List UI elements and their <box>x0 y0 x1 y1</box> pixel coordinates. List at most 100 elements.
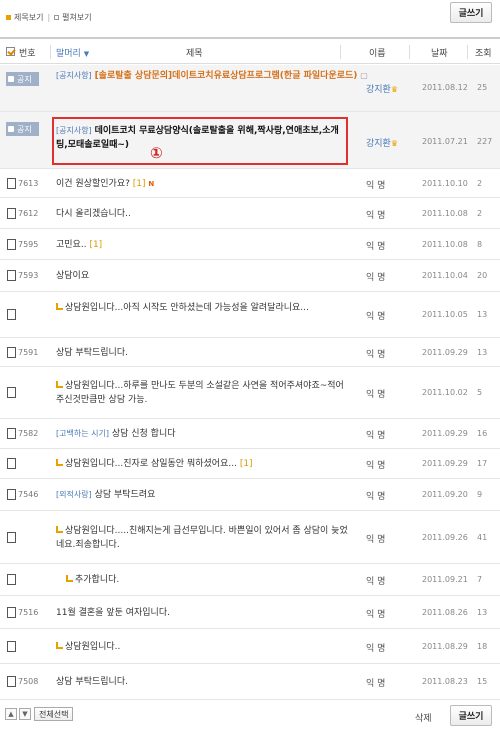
author-name: 익 명 <box>366 535 386 545</box>
post-title[interactable]: 상담이요 <box>56 271 89 281</box>
author-name: 익 명 <box>366 577 386 587</box>
post-title[interactable]: 상담원입니다...하루를 만나도 두분의 소설같은 사연을 적어주셔야죠~적어주… <box>56 381 344 405</box>
notice-row[interactable]: 공지 [공지사항] [솔로탈출 상담문의]데이트코치유료상담프로그램(한글 파일… <box>0 65 500 112</box>
row-checkbox[interactable] <box>7 270 16 281</box>
post-date: 2011.09.29 <box>422 459 468 468</box>
reply-arrow-icon <box>56 526 63 533</box>
post-subject[interactable]: 이건 원상할인가요? [1] N <box>56 177 348 191</box>
post-title[interactable]: 상담원입니다.. <box>65 642 120 652</box>
post-title[interactable]: 상담원입니다...아직 시작도 안하셨는데 가능성을 알려달라니요... <box>65 303 309 313</box>
post-title[interactable]: 다시 올리겠습니다.. <box>56 209 131 219</box>
write-button-top[interactable]: 글쓰기 <box>450 2 492 23</box>
row-checkbox[interactable] <box>7 532 16 543</box>
post-row[interactable]: 7613 이건 원상할인가요? [1] N 익 명 2011.10.10 2 <box>0 169 500 198</box>
row-checkbox[interactable] <box>7 458 16 469</box>
post-row[interactable]: 7612 다시 올리겠습니다.. 익 명 2011.10.08 2 <box>0 198 500 229</box>
post-subject[interactable]: 상담원입니다...아직 시작도 안하셨는데 가능성을 알려달라니요... <box>56 301 348 315</box>
reply-row[interactable]: 상담원입니다...아직 시작도 안하셨는데 가능성을 알려달라니요... 익 명 2… <box>0 292 500 338</box>
post-subject[interactable]: 상담 부탁드립니다. <box>56 675 348 689</box>
post-subject[interactable]: 11월 결혼을 앞둔 여자입니다. <box>56 606 348 620</box>
author-name: 익 명 <box>366 610 386 620</box>
author-name: 익 명 <box>366 350 386 360</box>
post-row[interactable]: 7508 상담 부탁드립니다. 익 명 2011.08.23 15 <box>0 664 500 700</box>
row-checkbox[interactable] <box>7 347 16 358</box>
post-number: 7612 <box>18 209 39 218</box>
author-name: 익 명 <box>366 390 386 400</box>
post-subject[interactable]: 상담 부탁드립니다. <box>56 346 348 360</box>
row-checkbox[interactable] <box>7 239 16 250</box>
post-number: 7582 <box>18 429 39 438</box>
post-subject[interactable]: 상담원입니다...진자로 삼일동안 뭐하셨어요... [1] <box>56 457 348 471</box>
post-subject[interactable]: [외적사랑] 상담 부탁드려요 <box>56 488 348 502</box>
annotation-marker: ① <box>150 144 163 162</box>
post-title[interactable]: 고민요.. <box>56 240 87 250</box>
post-date: 2011.10.08 <box>422 240 468 249</box>
post-date: 2011.09.20 <box>422 490 468 499</box>
post-date: 2011.10.08 <box>422 209 468 218</box>
post-title[interactable]: 11월 결혼을 앞둔 여자입니다. <box>56 608 170 618</box>
row-checkbox[interactable] <box>7 641 16 652</box>
post-subject[interactable]: 상담원입니다.. <box>56 640 348 654</box>
post-category: [고백하는 시기] <box>56 429 109 438</box>
attachment-icon: ▢ <box>360 71 368 80</box>
post-date: 2011.09.29 <box>422 348 468 357</box>
select-all-checkbox[interactable] <box>6 47 15 56</box>
post-row[interactable]: 7546 [외적사랑] 상담 부탁드려요 익 명 2011.09.20 9 <box>0 479 500 511</box>
post-title[interactable]: 상담원입니다...진자로 삼일동안 뭐하셨어요... <box>65 459 237 469</box>
author-name[interactable]: 강지환♛ <box>366 82 398 95</box>
post-row[interactable]: 7516 11월 결혼을 앞둔 여자입니다. 익 명 2011.08.26 13 <box>0 596 500 629</box>
row-checkbox[interactable] <box>7 676 16 687</box>
expand-view-icon <box>54 15 60 20</box>
write-button-bottom[interactable]: 글쓰기 <box>450 705 492 726</box>
move-down-button[interactable]: ▼ <box>19 708 31 720</box>
reply-row[interactable]: 추가합니다. 익 명 2011.09.21 7 <box>0 564 500 596</box>
post-row[interactable]: 7582 [고백하는 시기] 상담 신청 합니다 익 명 2011.09.29 16 <box>0 419 500 449</box>
author-name: 익 명 <box>366 461 386 471</box>
post-subject[interactable]: 고민요.. [1] <box>56 238 348 252</box>
notice-subject[interactable]: [공지사항] [솔로탈출 상담문의]데이트코치유료상담프로그램(한글 파일다운로… <box>56 69 371 83</box>
move-up-button[interactable]: ▲ <box>5 708 17 720</box>
delete-link[interactable]: 삭제 <box>415 711 432 724</box>
post-row[interactable]: 7595 고민요.. [1] 익 명 2011.10.08 8 <box>0 229 500 260</box>
post-title[interactable]: 상담 신청 합니다 <box>112 429 176 439</box>
post-row[interactable]: 7593 상담이요 익 명 2011.10.04 20 <box>0 260 500 292</box>
post-title[interactable]: 상담 부탁드립니다. <box>56 677 128 687</box>
notice-icon <box>8 126 14 132</box>
row-checkbox[interactable] <box>7 574 16 585</box>
author-name: 익 명 <box>366 312 386 322</box>
post-title[interactable]: 추가합니다. <box>75 575 119 585</box>
select-all-button[interactable]: 전체선택 <box>34 707 74 721</box>
header-category-filter[interactable]: 말머리 ▼ <box>56 46 89 59</box>
post-row[interactable]: 7591 상담 부탁드립니다. 익 명 2011.09.29 13 <box>0 338 500 367</box>
row-checkbox[interactable] <box>7 489 16 500</box>
expand-view-link[interactable]: 펼쳐보기 <box>62 12 91 23</box>
post-subject[interactable]: 상담원입니다...하루를 만나도 두분의 소설같은 사연을 적어주셔야죠~적어주… <box>56 379 348 407</box>
author-name[interactable]: 강지환♛ <box>366 136 398 149</box>
row-checkbox[interactable] <box>7 208 16 219</box>
row-checkbox[interactable] <box>7 309 16 320</box>
post-hits: 5 <box>477 388 483 397</box>
row-checkbox[interactable] <box>7 387 16 398</box>
post-subject[interactable]: [고백하는 시기] 상담 신청 합니다 <box>56 427 348 441</box>
post-number: 7595 <box>18 240 39 249</box>
bottom-bar: ▲ ▼ 전체선택 삭제 <box>0 700 500 740</box>
post-subject[interactable]: 추가합니다. <box>66 573 348 587</box>
notice-icon <box>8 76 14 82</box>
post-title[interactable]: 이건 원상할인가요? <box>56 179 130 189</box>
post-title[interactable]: 상담 부탁드립니다. <box>56 348 128 358</box>
title-view-link[interactable]: 제목보기 <box>14 12 43 23</box>
row-checkbox[interactable] <box>7 178 16 189</box>
row-checkbox[interactable] <box>7 607 16 618</box>
post-subject[interactable]: 상담원입니다.....친해지는게 급선무입니다. 바쁜일이 있어서 좀 상담이 … <box>56 524 348 552</box>
post-title[interactable]: 상담원입니다.....친해지는게 급선무입니다. 바쁜일이 있어서 좀 상담이 … <box>56 526 348 550</box>
row-checkbox[interactable] <box>7 428 16 439</box>
post-subject[interactable]: 상담이요 <box>56 269 348 283</box>
post-title[interactable]: 상담 부탁드려요 <box>95 490 156 500</box>
notice-title[interactable]: [솔로탈출 상담문의]데이트코치유료상담프로그램(한글 파일다운로드) <box>95 71 358 81</box>
author-name: 익 명 <box>366 242 386 252</box>
reply-row[interactable]: 상담원입니다.. 익 명 2011.08.29 18 <box>0 629 500 664</box>
reply-row[interactable]: 상담원입니다...하루를 만나도 두분의 소설같은 사연을 적어주셔야죠~적어주… <box>0 367 500 419</box>
reply-row[interactable]: 상담원입니다...진자로 삼일동안 뭐하셨어요... [1] 익 명 2011.09… <box>0 449 500 479</box>
post-subject[interactable]: 다시 올리겠습니다.. <box>56 207 348 221</box>
reply-row[interactable]: 상담원입니다.....친해지는게 급선무입니다. 바쁜일이 있어서 좀 상담이 … <box>0 511 500 564</box>
